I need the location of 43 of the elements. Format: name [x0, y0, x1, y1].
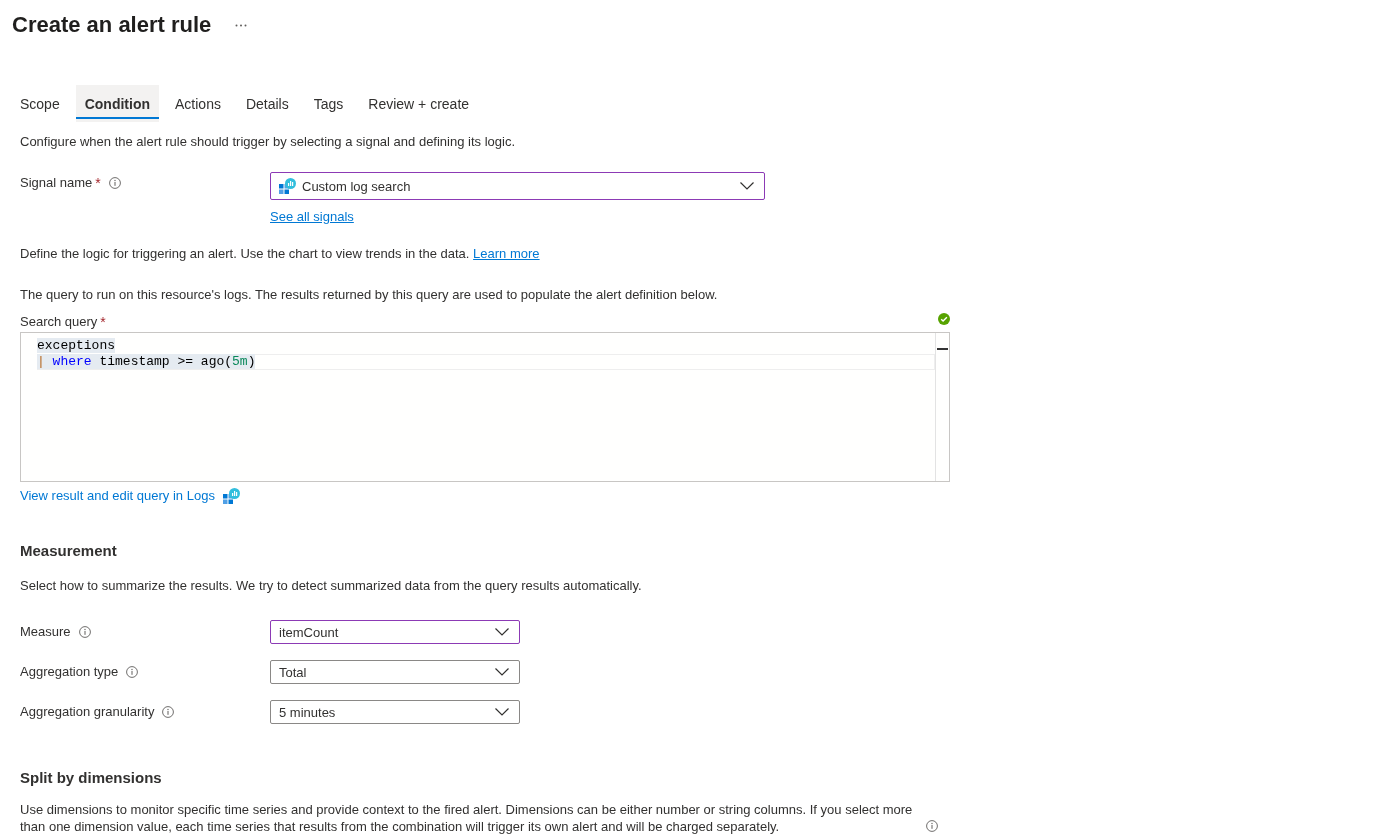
select-dropdown[interactable]: itemCount [270, 620, 520, 644]
view-in-logs-link[interactable]: View result and edit query in Logs [20, 487, 215, 505]
see-all-signals-link[interactable]: See all signals [270, 209, 354, 224]
section-heading: Measurement [20, 541, 118, 561]
tab[interactable]: Tags [304, 85, 353, 122]
tab[interactable]: Scope [11, 85, 69, 122]
field-label: Aggregation type [20, 663, 119, 681]
info-icon[interactable] [926, 820, 938, 832]
measurement-description: Select how to summarize the results. We try to detect summarized data from the query results automatically. [20, 577, 643, 595]
chevron-down-icon [740, 182, 754, 190]
field-label: Aggregation granularity [20, 703, 155, 721]
intro-text: Configure when the alert rule should trigger by selecting a signal and defining its logic. [20, 133, 516, 151]
tab[interactable]: Review + create [359, 85, 479, 122]
learn-more-link[interactable]: Learn more [473, 246, 540, 261]
tab[interactable]: Details [236, 85, 298, 122]
editor-scrollbar[interactable] [935, 333, 949, 481]
tab[interactable]: Condition [75, 85, 159, 122]
chevron-down-icon [495, 708, 509, 716]
more-icon [235, 23, 248, 27]
select-dropdown[interactable]: Total [270, 660, 520, 684]
section-heading: Split by dimensions [20, 768, 163, 788]
info-icon[interactable] [78, 626, 91, 638]
logs-icon [222, 487, 240, 505]
split-description: Use dimensions to monitor specific time series and provide context to the fired alert. Dimensions can be either number or string columns. If you select more than one dimension value, each time series that results from the combination will trigger its own alert and will be charged separately. [20, 801, 914, 835]
required-mark: * [100, 313, 106, 331]
query-description: The query to run on this resource's logs. The results returned by this query are used to populate the alert definition below. [20, 286, 719, 304]
info-icon[interactable] [126, 666, 139, 678]
chevron-down-icon [495, 628, 509, 636]
info-icon[interactable] [162, 706, 175, 718]
signal-dropdown[interactable]: Custom log search [270, 172, 765, 200]
tab[interactable]: Actions [166, 85, 230, 122]
field-label: Signal name [20, 174, 93, 192]
logs-icon [279, 177, 296, 195]
select-dropdown[interactable]: 5 minutes [270, 700, 520, 724]
chevron-down-icon [495, 668, 509, 676]
field-label: Search query [20, 313, 98, 331]
required-mark: * [95, 174, 101, 192]
logic-description: Define the logic for triggering an alert. Use the chart to view trends in the data. Learn more [20, 245, 541, 263]
info-icon[interactable] [108, 177, 121, 189]
code-line: | where timestamp >= ago(5m) [37, 354, 935, 370]
page-title: Create an alert rule [12, 11, 212, 39]
field-label: Measure [20, 623, 71, 641]
query-editor[interactable]: exceptions | where timestamp >= ago(5m) [20, 332, 950, 482]
